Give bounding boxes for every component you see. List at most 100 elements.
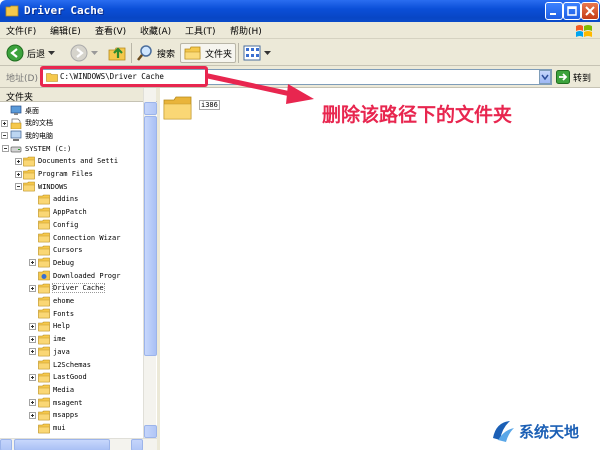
- tree-item[interactable]: Downloaded Progr: [38, 269, 120, 282]
- back-button[interactable]: 后退: [6, 43, 56, 63]
- menu-file[interactable]: 文件(F): [6, 24, 36, 37]
- tree-item[interactable]: Fonts: [38, 307, 74, 320]
- menu-help[interactable]: 帮助(H): [230, 24, 262, 37]
- folder-tree: 桌面我的文档 我的电脑 SYSTEM (C:) Documents and Setti…: [0, 102, 143, 438]
- tree-item[interactable]: msapps: [38, 409, 78, 422]
- tree-item[interactable]: Help: [38, 320, 70, 333]
- scroll-right-button[interactable]: [131, 439, 143, 450]
- chevron-down-icon: [264, 51, 271, 55]
- folder-icon: [38, 321, 50, 332]
- tree-expander-minus[interactable]: [2, 145, 9, 153]
- forward-button[interactable]: [70, 43, 98, 63]
- folder-icon: [38, 410, 50, 421]
- folders-button[interactable]: 文件夹: [180, 43, 237, 63]
- tree-expander-plus[interactable]: [15, 170, 22, 178]
- folder-icon: [23, 169, 35, 179]
- back-label: 后退: [27, 49, 46, 60]
- folder-icon: [38, 334, 50, 344]
- menu-bar: 文件(F) 编辑(E) 查看(V) 收藏(A) 工具(T) 帮助(H): [0, 22, 600, 39]
- tree-item[interactable]: Program Files: [23, 168, 93, 181]
- tree-item[interactable]: L2Schemas: [38, 358, 91, 371]
- tree-item-label: SYSTEM (C:): [25, 144, 72, 153]
- tree-item[interactable]: Cursors: [38, 244, 83, 257]
- watermark-text: 系统天地: [519, 422, 580, 441]
- tree-item[interactable]: 我的文档: [10, 117, 53, 130]
- menu-view[interactable]: 查看(V): [95, 24, 126, 37]
- tree-item[interactable]: mui: [38, 422, 66, 435]
- go-button[interactable]: 转到: [556, 70, 591, 84]
- scroll-thumb[interactable]: [14, 439, 110, 450]
- tree-item[interactable]: Config: [38, 218, 78, 231]
- tree-item-label: ime: [53, 335, 66, 344]
- menu-edit[interactable]: 编辑(E): [50, 24, 81, 37]
- tree-item[interactable]: 我的电脑: [10, 129, 53, 142]
- chevron-down-icon: [48, 51, 56, 55]
- tree-item-label: mui: [53, 424, 66, 432]
- tree-expander-minus[interactable]: [1, 132, 8, 140]
- chevron-down-icon: [91, 51, 98, 55]
- up-folder-button[interactable]: [108, 43, 128, 63]
- maximize-button[interactable]: [563, 2, 581, 20]
- tree-item[interactable]: java: [38, 345, 70, 358]
- tree-item[interactable]: Connection Wizar: [38, 231, 120, 244]
- tree-expander-plus[interactable]: [29, 284, 36, 292]
- address-dropdown-button[interactable]: [539, 70, 551, 84]
- tree-item-label: 桌面: [25, 106, 39, 115]
- tree-expander-plus[interactable]: [1, 119, 8, 127]
- forward-arrow-icon: [70, 44, 88, 62]
- tree-item-label: Fonts: [53, 309, 75, 318]
- tree-expander-plus[interactable]: [29, 259, 36, 267]
- menu-favorites[interactable]: 收藏(A): [140, 24, 171, 37]
- tree-item[interactable]: ehome: [38, 295, 74, 308]
- tree-expander-plus[interactable]: [29, 411, 36, 419]
- minimize-icon: [550, 13, 556, 15]
- folder-icon: [38, 194, 50, 205]
- close-icon: [585, 6, 595, 16]
- scroll-down-button[interactable]: [144, 425, 157, 438]
- folder-icon: [38, 283, 50, 294]
- minimize-button[interactable]: [545, 2, 563, 20]
- folder-pane-vertical-scrollbar[interactable]: [143, 88, 157, 438]
- tree-item[interactable]: addins: [38, 193, 78, 206]
- scroll-up-button[interactable]: [144, 102, 157, 115]
- tree-expander-minus[interactable]: [15, 183, 22, 191]
- views-button[interactable]: [243, 43, 271, 63]
- tree-item[interactable]: Debug: [38, 256, 74, 269]
- scroll-left-button[interactable]: [0, 439, 12, 450]
- tree-item[interactable]: WINDOWS: [23, 180, 68, 193]
- search-button[interactable]: 搜索: [136, 43, 175, 63]
- tree-item-label: Debug: [53, 258, 75, 267]
- tree-expander-plus[interactable]: [29, 348, 36, 356]
- folder-icon: [38, 346, 50, 357]
- drive-icon: [10, 146, 22, 153]
- scroll-thumb[interactable]: [144, 116, 157, 356]
- folder-icon: [38, 207, 50, 217]
- tree-expander-plus[interactable]: [29, 399, 36, 407]
- tree-item[interactable]: Driver Cache: [38, 282, 105, 295]
- folder-pane-horizontal-scrollbar[interactable]: [0, 438, 157, 450]
- tree-item-label: 我的文档: [25, 119, 53, 128]
- tree-expander-plus[interactable]: [29, 373, 36, 381]
- go-label: 转到: [573, 73, 592, 84]
- tree-item[interactable]: AppPatch: [38, 206, 87, 219]
- folder-icon: [38, 219, 50, 230]
- menu-tools[interactable]: 工具(T): [185, 24, 216, 37]
- tree-expander-plus[interactable]: [29, 322, 36, 330]
- tree-item[interactable]: SYSTEM (C:): [10, 142, 71, 155]
- folder-pane-header: 文件夹: [0, 88, 157, 103]
- tree-expander-plus[interactable]: [15, 157, 22, 165]
- close-button[interactable]: [581, 2, 599, 20]
- tree-item-label: java: [53, 347, 70, 356]
- tree-expander-plus[interactable]: [29, 335, 36, 343]
- tree-item[interactable]: Documents and Setti: [23, 155, 118, 168]
- desktop-icon: [10, 105, 22, 115]
- tree-item[interactable]: LastGood: [38, 371, 87, 384]
- my-computer-icon: [10, 131, 22, 142]
- tree-item[interactable]: msagent: [38, 396, 83, 409]
- tree-item[interactable]: 桌面: [10, 104, 39, 117]
- folder-icon: [38, 258, 50, 268]
- title-bar[interactable]: Driver Cache: [0, 0, 600, 22]
- tree-item[interactable]: ime: [38, 333, 66, 346]
- tree-item-label: L2Schemas: [53, 360, 91, 369]
- tree-item[interactable]: Media: [38, 383, 74, 396]
